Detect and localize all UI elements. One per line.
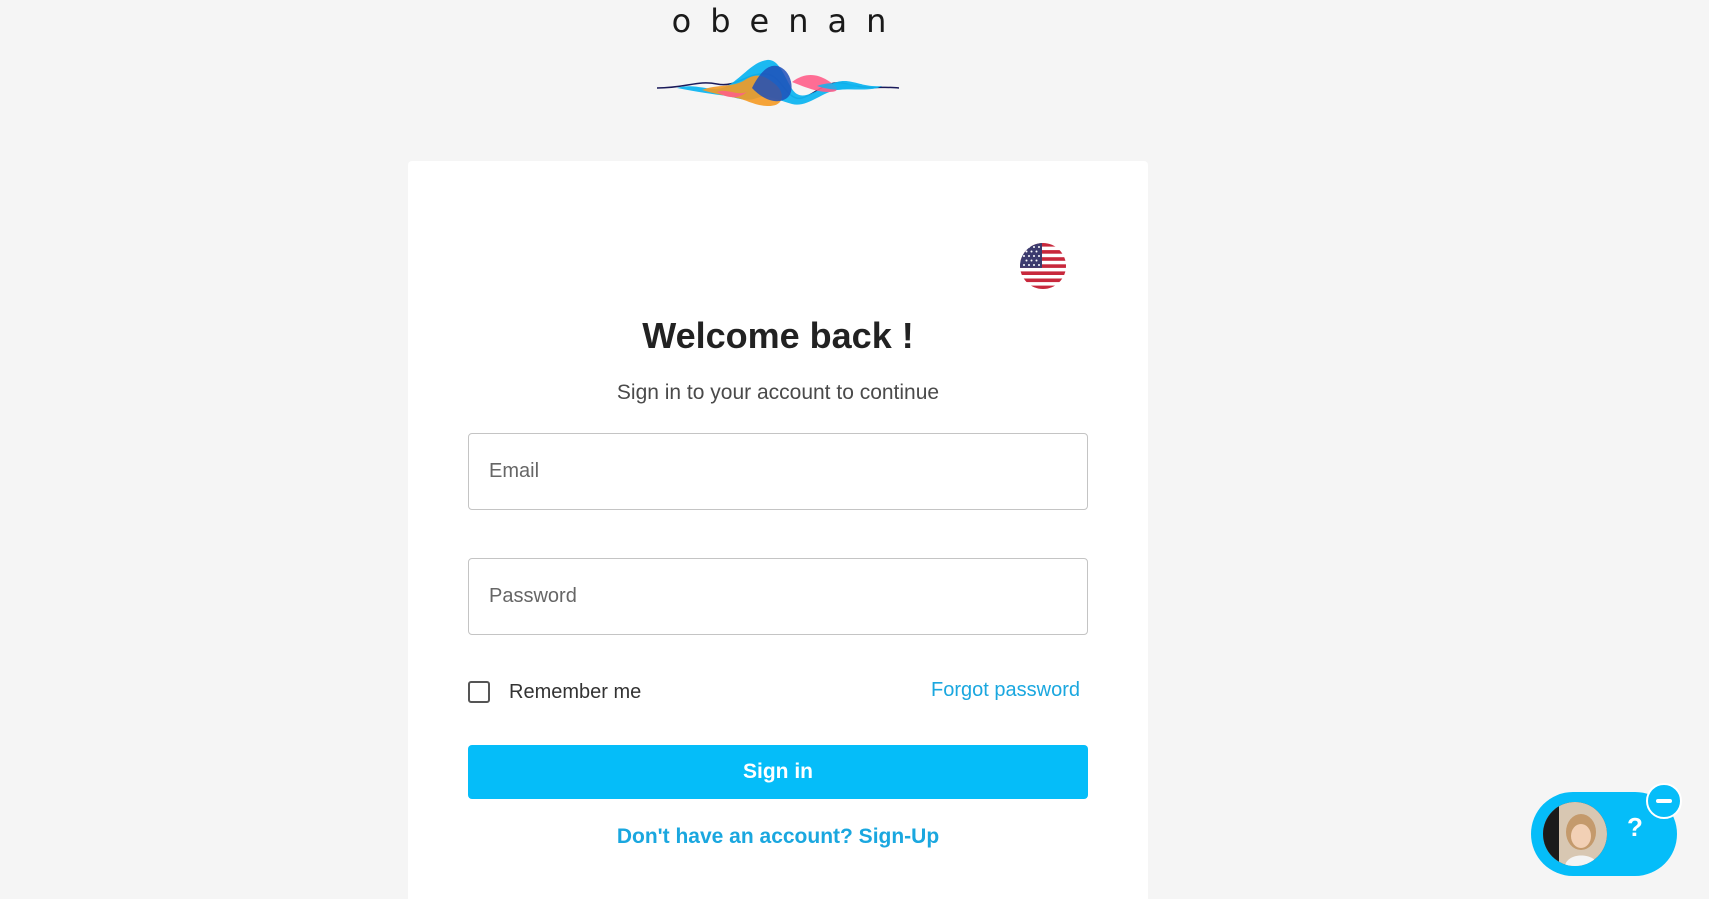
remember-me-checkbox[interactable] [468,681,490,703]
sign-in-button[interactable]: Sign in [468,745,1088,799]
remember-me-row: Remember me [468,678,641,706]
forgot-password-link[interactable]: Forgot password [931,679,1080,702]
brand-logo-text: obenan [671,2,906,40]
login-card: Welcome back ! Sign in to your account t… [408,161,1148,899]
email-input[interactable] [468,433,1088,510]
remember-me-label[interactable]: Remember me [509,681,641,704]
agent-avatar [1543,802,1607,866]
login-page: obenan Welcome back ! Sign in to your ac… [0,0,1709,899]
page-title: Welcome back ! [642,315,914,356]
sign-up-link-row: Don't have an account? Sign-Up [408,825,1148,849]
chat-help-label: ? [1627,812,1643,842]
password-input[interactable] [468,558,1088,635]
brand-wave-logo [657,59,899,106]
minimize-icon[interactable] [1646,783,1682,819]
sign-up-link[interactable]: Don't have an account? Sign-Up [617,825,939,848]
page-subtitle: Sign in to your account to continue [616,381,940,404]
us-flag-icon[interactable] [1020,243,1066,289]
